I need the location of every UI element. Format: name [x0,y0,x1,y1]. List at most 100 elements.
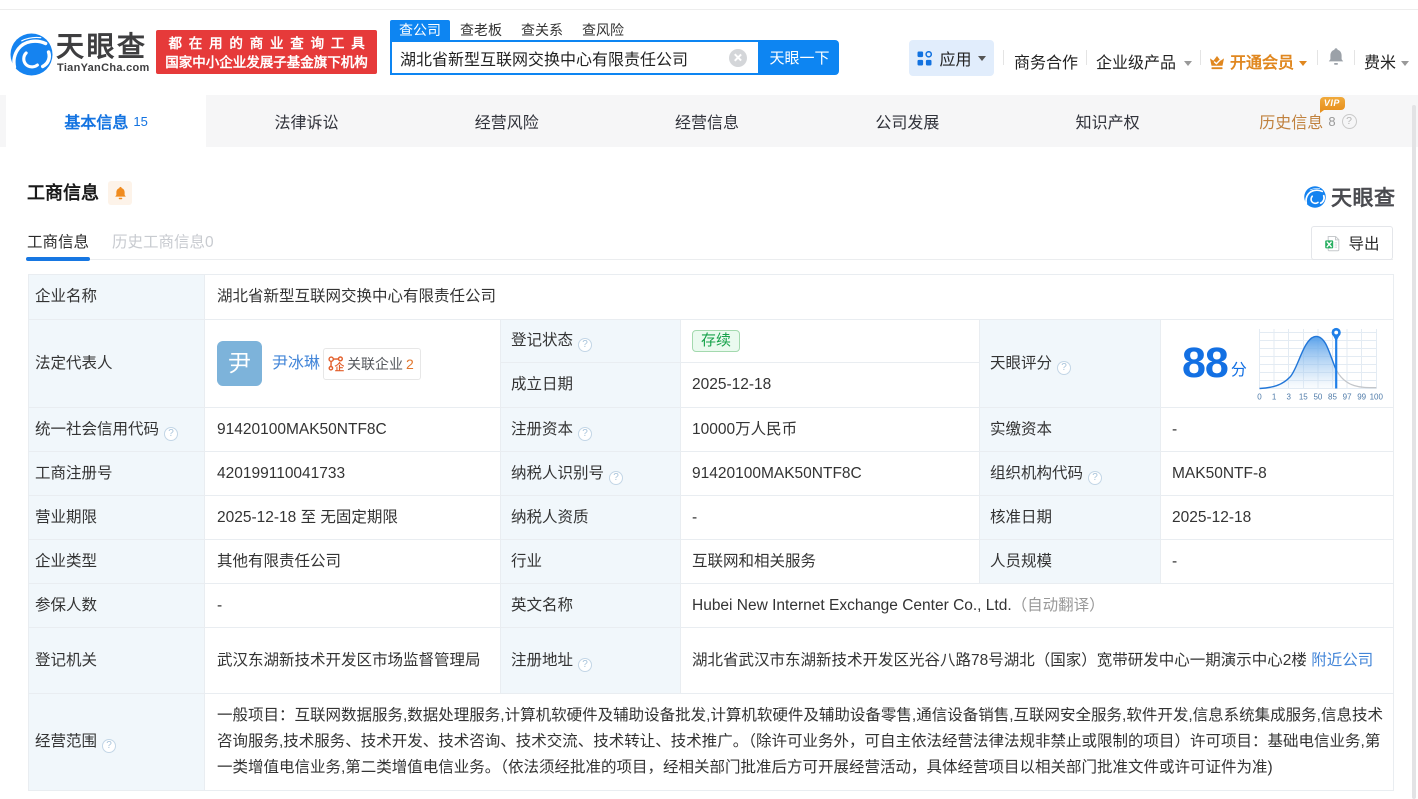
nav-user-menu[interactable]: 费米 [1364,49,1410,73]
address-text: 湖北省武汉市东湖新技术开发区光谷八路78号湖北（国家）宽带研发中心一期演示中心2… [692,651,1307,669]
staff-size-label: 人员规模 [979,539,1161,584]
export-button[interactable]: 导出 [1311,226,1393,260]
label-text: 统一社会信用代码 [35,420,160,438]
english-name-value: Hubei New Internet Exchange Center Co., … [679,583,1395,628]
search-tab-relation[interactable]: 查关系 [512,20,572,40]
status-badge: 存续 [692,330,741,352]
legal-rep-avatar[interactable]: 尹 [217,341,262,386]
approved-date-value: 2025-12-18 [1159,495,1395,540]
svg-text:97: 97 [1343,392,1352,401]
legal-rep-name-link[interactable]: 尹冰琳 [272,351,320,377]
nearby-companies-link[interactable]: 附近公司 [1311,652,1373,669]
tab-operating-risk[interactable]: 经营风险 [407,95,607,147]
establish-date-value: 2025-12-18 [680,362,980,408]
watermark-logo-icon [1304,186,1326,208]
brand-domain: TianYanCha.com [57,62,150,74]
org-code-label: 组织机构代码? [979,451,1161,496]
org-code-value: MAK50NTF-8 [1159,451,1395,496]
apps-grid-icon [917,50,933,65]
table-row: 统一社会信用代码? 91420100MAK50NTF8C 注册资本? 10000… [28,407,1395,452]
vip-badge: VIP [1319,97,1345,113]
open-vip-label: 开通会员 [1230,55,1295,72]
scrollbar-thumb[interactable] [1412,105,1416,799]
reg-number-value: 420199110041733 [204,451,501,496]
svg-text:3: 3 [1286,392,1291,401]
tab-company-development[interactable]: 公司发展 [807,95,1007,147]
label-text: 纳税人识别号 [511,464,605,482]
legal-rep-label: 法定代表人 [28,319,205,408]
subtab-history-business-info[interactable]: 历史工商信息0 [112,233,214,253]
nav-divider [1086,50,1087,65]
company-name-label: 企业名称 [28,274,205,320]
reg-status-cell: 存续 [680,319,980,363]
crown-icon [1210,56,1224,70]
search-input-value[interactable]: 湖北省新型互联网交换中心有限责任公司 [400,46,729,70]
help-icon[interactable]: ? [578,657,593,672]
tab-label: 经营信息 [675,115,740,132]
help-icon[interactable]: ? [1088,470,1103,485]
brand-name[interactable]: 天眼查 [56,32,148,62]
reg-capital-value: 10000万人民币 [680,407,980,452]
table-row: 企业类型 其他有限责任公司 行业 互联网和相关服务 人员规模 - [28,539,1395,584]
tab-basic-info[interactable]: 基本信息 15 [6,95,207,147]
search-tab-boss[interactable]: 查老板 [451,20,511,40]
business-info-table: 企业名称 湖北省新型互联网交换中心有限责任公司 法定代表人 尹 尹冰琳 企 关联… [28,274,1395,791]
search-input[interactable]: 湖北省新型互联网交换中心有限责任公司 [390,40,760,75]
search-button[interactable]: 天眼一下 [760,40,839,75]
notifications-bell[interactable] [1328,47,1344,71]
top-divider [0,9,1418,10]
help-icon[interactable]: ? [164,426,179,441]
tianyancha-logo-icon[interactable] [10,33,53,76]
subscribe-bell-icon [114,186,126,200]
help-icon[interactable]: ? [1057,360,1072,375]
tab-intellectual-property[interactable]: 知识产权 [1007,95,1207,147]
tab-business-info[interactable]: 经营信息 [607,95,807,147]
nav-open-vip[interactable]: 开通会员 [1209,49,1308,73]
vip-caret-icon [1299,61,1308,66]
reg-number-label: 工商注册号 [28,451,205,496]
help-icon[interactable]: ? [1341,113,1357,129]
nav-business-cooperation[interactable]: 商务合作 [1014,49,1078,73]
search-tab-company[interactable]: 查公司 [390,20,450,40]
tab-legal-proceedings[interactable]: 法律诉讼 [206,95,406,147]
score-unit: 分 [1230,361,1247,379]
nav-enterprise-products[interactable]: 企业级产品 [1096,49,1193,73]
subscribe-bell-button[interactable] [108,181,132,205]
score-value[interactable]: 88 [1182,342,1229,385]
tab-label: 公司发展 [875,115,940,132]
related-companies-badge[interactable]: 企 关联企业 2 [323,347,421,380]
help-icon[interactable]: ? [609,470,624,485]
company-type-value: 其他有限责任公司 [204,539,501,584]
company-name-value: 湖北省新型互联网交换中心有限责任公司 [203,274,1395,320]
table-row: 企业名称 湖北省新型互联网交换中心有限责任公司 [28,274,1395,320]
help-icon[interactable]: ? [102,739,117,753]
search-tab-risk[interactable]: 查风险 [573,20,633,40]
excel-export-icon [1325,235,1340,251]
svg-text:0: 0 [1257,392,1262,401]
apps-menu[interactable]: 应用 [909,40,994,76]
subtab-business-info[interactable]: 工商信息 [27,233,89,253]
taxpayer-id-label: 纳税人识别号? [500,451,681,496]
label-text: 天眼评分 [990,354,1053,372]
tab-history-info[interactable]: 历史信息 8? VIP [1208,95,1408,147]
score-distribution-chart[interactable]: 0 1 3 15 50 85 97 99 100 [1256,325,1387,403]
help-icon[interactable]: ? [578,338,593,352]
nav-divider [1354,50,1355,65]
nav-divider [1317,50,1318,65]
table-row: 经营范围? 一般项目：互联网数据服务,数据处理服务,计算机软硬件及辅助设备批发,… [28,693,1395,791]
table-row: 营业期限 2025-12-18 至 无固定期限 纳税人资质 - 核准日期 202… [28,495,1395,540]
enterprise-caret-icon [1184,61,1193,66]
business-scope-label: 经营范围? [28,693,205,791]
label-text: 登记状态 [511,332,574,349]
tab-label: 经营风险 [474,115,539,132]
approved-date-label: 核准日期 [979,495,1161,540]
score-content: 88 分 0 1 3 15 50 85 97 99 100 [1161,325,1393,403]
clear-search-icon[interactable] [729,48,747,67]
watermark-text: 天眼查 [1331,187,1396,210]
svg-text:50: 50 [1313,392,1322,401]
nav-divider [1200,50,1201,65]
table-row: 参保人数 - 英文名称 Hubei New Internet Exchange … [28,583,1395,628]
company-type-label: 企业类型 [28,539,205,584]
banner-slogan-1: 都在用的商业查询工具 [168,36,372,51]
help-icon[interactable]: ? [578,426,593,441]
